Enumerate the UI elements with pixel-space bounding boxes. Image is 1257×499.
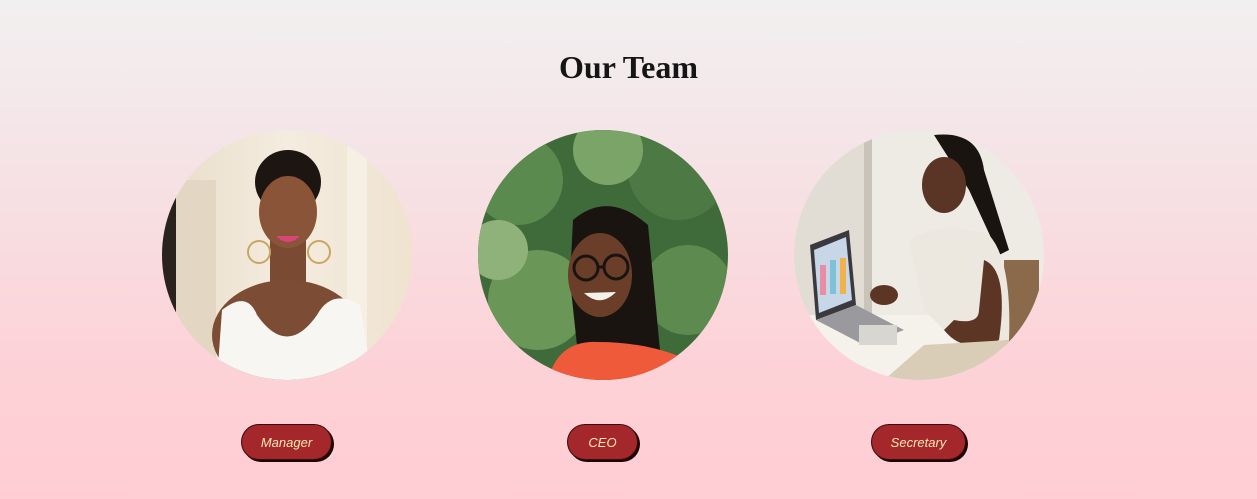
role-button-ceo[interactable]: CEO: [567, 424, 638, 460]
page-title: Our Team: [559, 49, 698, 85]
role-button-secretary[interactable]: Secretary: [871, 424, 966, 460]
team-member-manager: Manager: [162, 130, 412, 470]
role-button-manager[interactable]: Manager: [241, 424, 332, 460]
team-member-ceo: CEO: [478, 130, 728, 470]
member-photo-manager: [162, 130, 412, 380]
member-photo-secretary: [794, 130, 1044, 380]
member-photo-ceo: [478, 130, 728, 380]
team-member-secretary: Secretary: [794, 130, 1044, 470]
